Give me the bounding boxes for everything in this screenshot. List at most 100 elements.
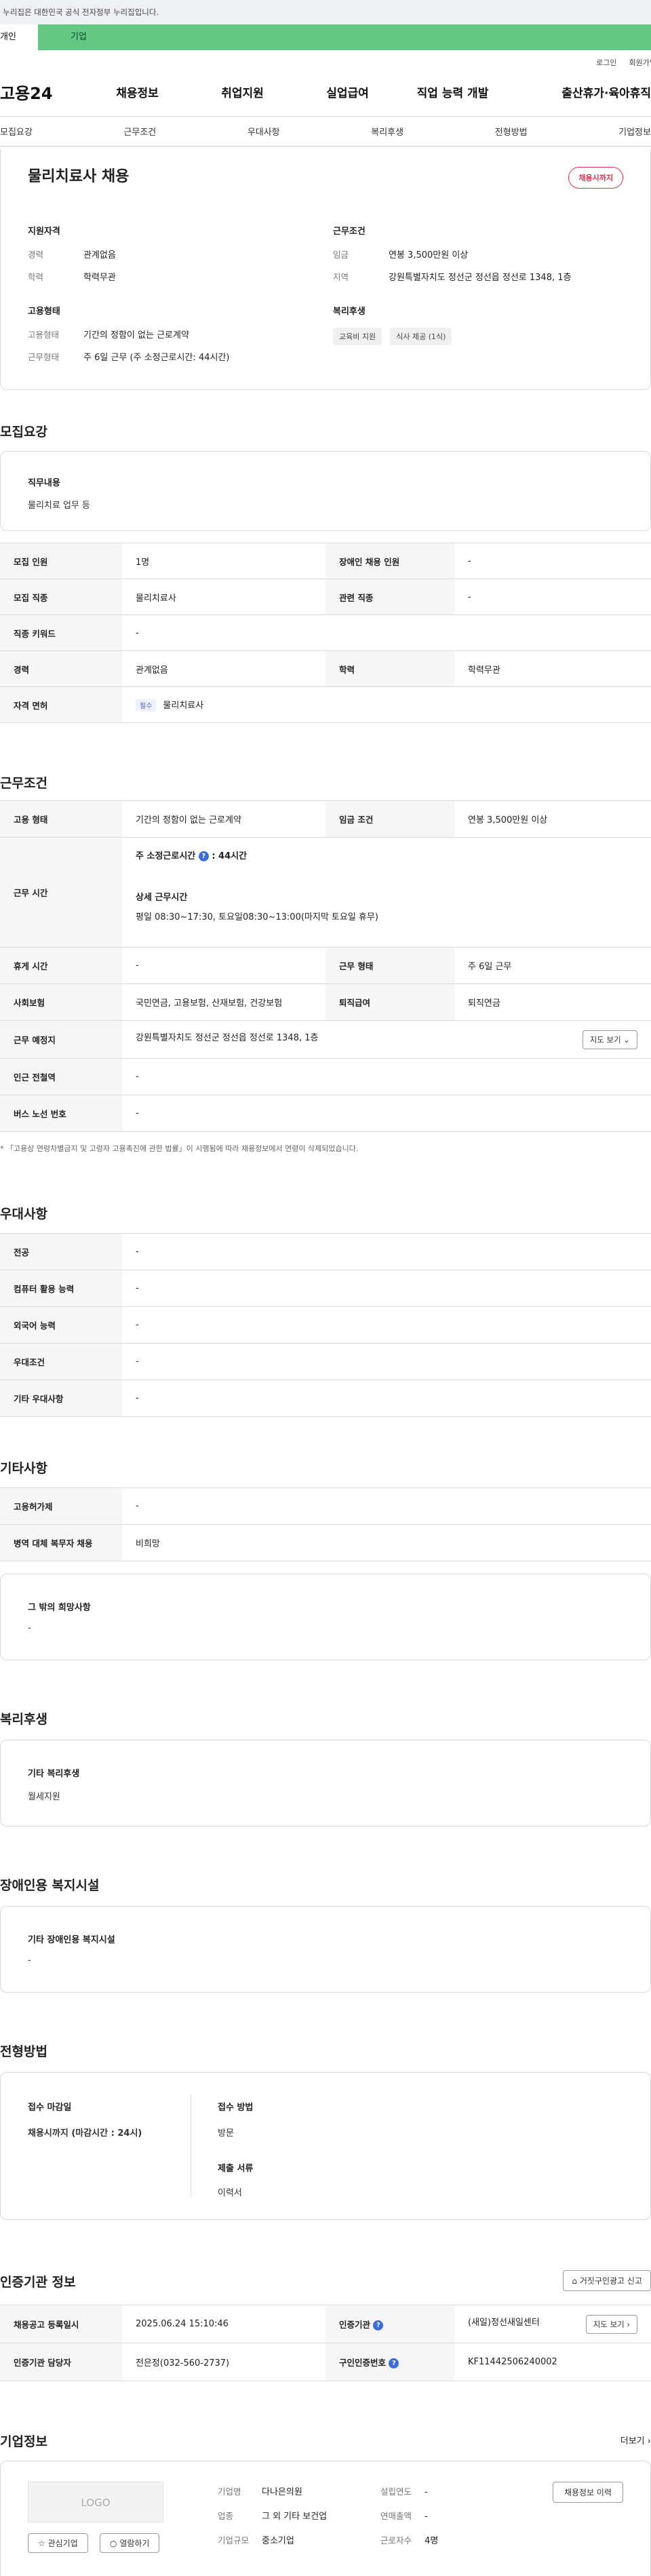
view-company-button[interactable]: ○ 열람하기 [100, 2533, 160, 2553]
company-info-row: 설립연도 - [380, 2484, 428, 2497]
recruit-table: 모집 인원 1명 장애인 채용 인원 - 모집 직종 물리치료사 관련 직종 -… [0, 543, 651, 723]
table-row: 인증기관 담당자 전은정(032-560-2737) 구인인증번호 ? KF11… [0, 2343, 651, 2381]
qualification-group: 지원자격 경력 관계없음 학력 학력무관 [28, 224, 116, 292]
disability-label: 기타 장애인용 복지시설 [28, 1935, 115, 1945]
tab-personal[interactable]: 개인 [0, 24, 38, 50]
table-row: 고용 형태 기간의 정함이 없는 근로계약 임금 조건 연봉 3,500만원 이… [0, 800, 651, 838]
recruit-section-title: 모집요강 [0, 425, 47, 440]
help-icon[interactable]: ? [198, 851, 209, 861]
section-nav-company[interactable]: 기업정보 [618, 125, 651, 138]
company-box: LOGO ☆ 관심기업 ○ 열람하기 기업명 다나은의원 설립연도 - 업종 그 외 … [0, 2461, 651, 2576]
company-info-value: 다나은의원 [262, 2487, 302, 2497]
cell-value: - [122, 1380, 651, 1417]
deadline-value: 채용시까지 (마감시간 : 24시) [28, 2128, 142, 2139]
cell-header: 근무 예정지 [0, 1020, 122, 1059]
docs-value: 이력서 [218, 2188, 242, 2198]
map-view-button[interactable]: 지도 보기 ⌄ [582, 1030, 637, 1049]
cell-header: 학력 [326, 650, 454, 687]
cell-header: 인근 전철역 [0, 1058, 122, 1095]
section-nav: 모집요강 근무조건 우대사항 복리후생 전형방법 기업정보 [0, 117, 651, 147]
other-wishes-value: - [28, 1623, 31, 1633]
cell-value: 퇴직연금 [454, 983, 651, 1021]
job-history-button[interactable]: 채용정보 이력 [552, 2482, 623, 2503]
company-info-label: 기업명 [218, 2486, 241, 2497]
company-info-value: - [425, 2487, 428, 2497]
favorite-company-button[interactable]: ☆ 관심기업 [28, 2533, 88, 2553]
main-nav: 고용24 채용정보 취업지원 실업급여 직업 능력 개발 출산휴가·육아휴직 [0, 68, 651, 117]
cell-header: 채용공고 등록일시 [0, 2305, 122, 2343]
cell-value: 국민연금, 고용보험, 산재보험, 건강보험 [122, 983, 326, 1021]
method-label: 접수 방법 [218, 2103, 254, 2113]
table-row: 자격 면허 필수 물리치료사 [0, 686, 651, 723]
table-row: 모집 인원 1명 장애인 채용 인원 - [0, 543, 651, 579]
cell-header: 모집 인원 [0, 543, 122, 579]
section-nav-screen[interactable]: 전형방법 [495, 125, 528, 138]
view-company-label: 열람하기 [119, 2539, 150, 2548]
nav-parental-leave[interactable]: 출산휴가·육아휴직 [505, 83, 651, 100]
site-logo[interactable]: 고용24 [0, 80, 85, 104]
cell-header: 사회보험 [0, 983, 122, 1021]
welfare-chip: 교육비 지원 [333, 328, 382, 345]
employment-group: 고용형태 고용형태 기간의 정함이 없는 근로계약 근무형태 주 6일 근무 (주 … [28, 304, 229, 372]
qualification-title: 지원자격 [28, 227, 60, 237]
nav-unemployment-benefit[interactable]: 실업급여 [295, 83, 400, 100]
work-section-title: 근무조건 [0, 776, 47, 791]
kv-value: 주 6일 근무 (주 소정근로시간: 44시간) [83, 353, 230, 363]
cell-header: 인증기관 담당자 [0, 2343, 122, 2381]
weekly-hours-value: : 44시간 [212, 851, 248, 861]
table-row: 우대조건 - [0, 1343, 651, 1380]
disability-value: - [28, 1955, 31, 1966]
table-row: 채용공고 등록일시 2025.06.24 15:10:46 인증기관 ? (새일… [0, 2305, 651, 2343]
tab-company[interactable]: 기업 [38, 24, 119, 50]
cell-header: 모집 직종 [0, 579, 122, 615]
section-nav-benefit[interactable]: 복리후생 [371, 125, 403, 138]
help-icon[interactable]: ? [373, 2320, 384, 2330]
company-info-value: 그 외 기타 보건업 [262, 2512, 328, 2522]
table-row: 인근 전철역 - [0, 1058, 651, 1095]
nav-jobs[interactable]: 채용정보 [85, 83, 190, 100]
help-icon[interactable]: ? [389, 2358, 399, 2368]
cell-header: 우대조건 [0, 1343, 122, 1380]
screen-box: 접수 마감일 채용시까지 (마감시간 : 24시) 접수 방법 방문 제출 서류… [0, 2072, 651, 2220]
join-link[interactable]: 회원가입 [629, 57, 651, 68]
company-more-link[interactable]: 더보기 › [620, 2434, 651, 2446]
welfare-chip: 식사 제공 (1식) [390, 328, 452, 345]
login-link[interactable]: 로그인 [596, 57, 616, 68]
company-info-label: 업종 [218, 2511, 234, 2521]
condition-title: 근무조건 [333, 227, 366, 237]
company-info-value: - [425, 2512, 428, 2522]
section-nav-pref[interactable]: 우대사항 [248, 125, 280, 138]
duty-label: 직무내용 [28, 478, 60, 488]
table-row: 휴게 시간 - 근무 형태 주 6일 근무 [0, 947, 651, 984]
kv-label: 지역 [333, 272, 349, 282]
cell-header: 컴퓨터 활용 능력 [0, 1270, 122, 1307]
gov-banner-text: 이 누리집은 대한민국 공식 전자정부 누리집입니다. [0, 7, 159, 17]
company-section-title: 기업정보 [0, 2434, 47, 2449]
company-info-label: 근로자수 [380, 2535, 412, 2545]
cell-header: 관련 직종 [326, 579, 454, 615]
nav-training[interactable]: 직업 능력 개발 [400, 83, 505, 100]
cert-org-header: 인증기관 [339, 2320, 371, 2330]
nav-employment-support[interactable]: 취업지원 [190, 83, 295, 100]
welfare-group: 복리후생 교육비 지원 식사 제공 (1식) [333, 304, 457, 345]
table-row: 버스 노선 번호 - [0, 1095, 651, 1132]
kv-value: 관계없음 [83, 250, 116, 260]
cert-map-button[interactable]: 지도 보기 › [585, 2314, 637, 2334]
cell-header: 병역 대체 복무자 채용 [0, 1524, 122, 1561]
other-wishes-box: 그 밖의 희망사항 - [0, 1574, 651, 1660]
report-fake-ad-button[interactable]: ⌂ 거짓구인광고 신고 [563, 2270, 651, 2291]
etc-table: 고용허가제 - 병역 대체 복무자 채용 비희망 [0, 1487, 651, 1561]
cell-value: - [122, 1270, 651, 1307]
employment-title: 고용형태 [28, 307, 60, 317]
table-row: 병역 대체 복무자 채용 비희망 [0, 1524, 651, 1561]
cell-header: 외국어 능력 [0, 1306, 122, 1344]
cell-header: 전공 [0, 1233, 122, 1270]
section-nav-recruit[interactable]: 모집요강 [0, 125, 33, 138]
company-info-row: 연매출액 - [380, 2509, 428, 2522]
company-info-row: 업종 그 외 기타 보건업 [218, 2509, 327, 2522]
deadline-badge: 채용시까지 [568, 167, 623, 189]
cell-value: - [122, 1487, 651, 1525]
section-nav-work[interactable]: 근무조건 [123, 125, 156, 138]
cell-value: 학력무관 [454, 650, 651, 687]
company-info-row: 기업명 다나은의원 [218, 2484, 302, 2497]
